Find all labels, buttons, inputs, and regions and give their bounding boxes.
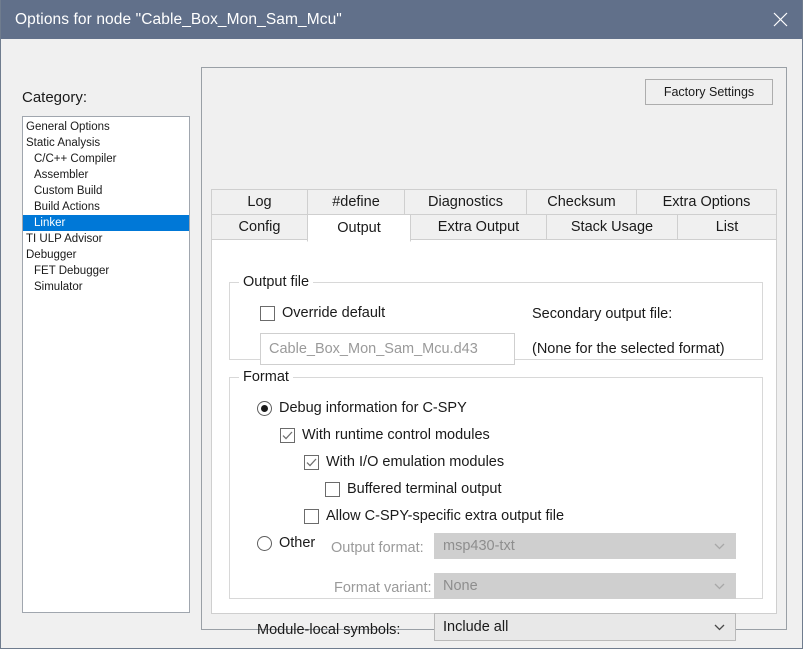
module-local-symbols-label: Module-local symbols: — [257, 622, 401, 638]
sidebar-item-ti-ulp-advisor[interactable]: TI ULP Advisor — [23, 231, 189, 247]
other-radio-row[interactable]: Other — [257, 536, 315, 551]
sidebar-item-c-cpp-compiler[interactable]: C/C++ Compiler — [23, 151, 189, 167]
title-bar: Options for node "Cable_Box_Mon_Sam_Mcu" — [1, 0, 802, 39]
tab-log[interactable]: Log — [211, 189, 308, 215]
dialog-body: Category: General Options Static Analysi… — [1, 39, 802, 648]
format-variant-value: None — [443, 578, 478, 594]
tab-stack-usage[interactable]: Stack Usage — [546, 214, 678, 240]
dialog-title: Options for node "Cable_Box_Mon_Sam_Mcu" — [15, 10, 342, 28]
tab-strip: Log #define Diagnostics Checksum Extra O… — [211, 189, 777, 242]
tab-page-output: Output file Override default Cable_Box_M… — [211, 240, 777, 641]
sidebar-item-simulator[interactable]: Simulator — [23, 279, 189, 295]
format-variant-label: Format variant: — [334, 580, 432, 596]
output-file-group-title: Output file — [239, 274, 314, 290]
module-local-symbols-value: Include all — [443, 619, 509, 635]
sidebar-item-custom-build[interactable]: Custom Build — [23, 183, 189, 199]
format-variant-select[interactable]: None — [434, 573, 736, 599]
tab-row-lower: Config Output Extra Output Stack Usage L… — [211, 214, 777, 242]
runtime-control-checkbox-row[interactable]: With runtime control modules — [280, 428, 490, 443]
debug-info-label: Debug information for C-SPY — [279, 400, 467, 417]
category-label: Category: — [22, 89, 88, 106]
tab-extra-options[interactable]: Extra Options — [636, 189, 777, 215]
checkbox-unchecked-icon[interactable] — [260, 306, 275, 321]
secondary-output-file-label: Secondary output file: — [532, 306, 673, 322]
tab-define[interactable]: #define — [307, 189, 405, 215]
sidebar-item-linker[interactable]: Linker — [23, 215, 189, 231]
tab-config[interactable]: Config — [211, 214, 308, 240]
tab-checksum[interactable]: Checksum — [526, 189, 637, 215]
io-emulation-label: With I/O emulation modules — [326, 454, 505, 471]
override-default-checkbox-row[interactable]: Override default — [260, 306, 385, 321]
io-emulation-checkbox-row[interactable]: With I/O emulation modules — [304, 455, 504, 470]
radio-selected-icon[interactable] — [257, 401, 272, 416]
checkbox-checked-icon[interactable] — [280, 428, 295, 443]
secondary-output-file-value: (None for the selected format) — [532, 341, 725, 357]
checkbox-unchecked-icon[interactable] — [325, 482, 340, 497]
override-default-label: Override default — [282, 305, 386, 322]
tab-extra-output[interactable]: Extra Output — [410, 214, 547, 240]
sidebar-item-assembler[interactable]: Assembler — [23, 167, 189, 183]
tab-diagnostics[interactable]: Diagnostics — [404, 189, 527, 215]
buffered-terminal-checkbox-row[interactable]: Buffered terminal output — [325, 482, 502, 497]
allow-cspy-extra-label: Allow C-SPY-specific extra output file — [326, 508, 565, 525]
chevron-down-icon — [714, 538, 725, 554]
output-format-select[interactable]: msp430-txt — [434, 533, 736, 559]
output-format-label: Output format: — [331, 540, 424, 556]
sidebar-item-debugger[interactable]: Debugger — [23, 247, 189, 263]
chevron-down-icon — [714, 619, 725, 635]
checkbox-checked-icon[interactable] — [304, 455, 319, 470]
radio-unselected-icon[interactable] — [257, 536, 272, 551]
sidebar-item-fet-debugger[interactable]: FET Debugger — [23, 263, 189, 279]
buffered-terminal-label: Buffered terminal output — [347, 481, 502, 498]
category-list[interactable]: General Options Static Analysis C/C++ Co… — [22, 116, 190, 613]
debug-info-radio-row[interactable]: Debug information for C-SPY — [257, 401, 467, 416]
other-label: Other — [279, 535, 316, 552]
output-filename-input[interactable]: Cable_Box_Mon_Sam_Mcu.d43 — [260, 333, 515, 365]
output-format-value: msp430-txt — [443, 538, 515, 554]
options-dialog: Options for node "Cable_Box_Mon_Sam_Mcu"… — [0, 0, 803, 649]
factory-settings-button[interactable]: Factory Settings — [645, 79, 773, 105]
tab-output[interactable]: Output — [307, 214, 411, 242]
allow-cspy-extra-checkbox-row[interactable]: Allow C-SPY-specific extra output file — [304, 509, 564, 524]
module-local-symbols-select[interactable]: Include all — [434, 613, 736, 641]
sidebar-item-build-actions[interactable]: Build Actions — [23, 199, 189, 215]
sidebar-item-general-options[interactable]: General Options — [23, 119, 189, 135]
close-icon[interactable] — [756, 0, 802, 39]
options-main-panel: Factory Settings Log #define Diagnostics… — [201, 67, 787, 641]
tab-row-upper: Log #define Diagnostics Checksum Extra O… — [211, 189, 777, 215]
checkbox-unchecked-icon[interactable] — [304, 509, 319, 524]
runtime-control-label: With runtime control modules — [302, 427, 490, 444]
sidebar-item-static-analysis[interactable]: Static Analysis — [23, 135, 189, 151]
format-group-title: Format — [239, 369, 293, 385]
tab-list[interactable]: List — [677, 214, 777, 240]
chevron-down-icon — [714, 578, 725, 594]
